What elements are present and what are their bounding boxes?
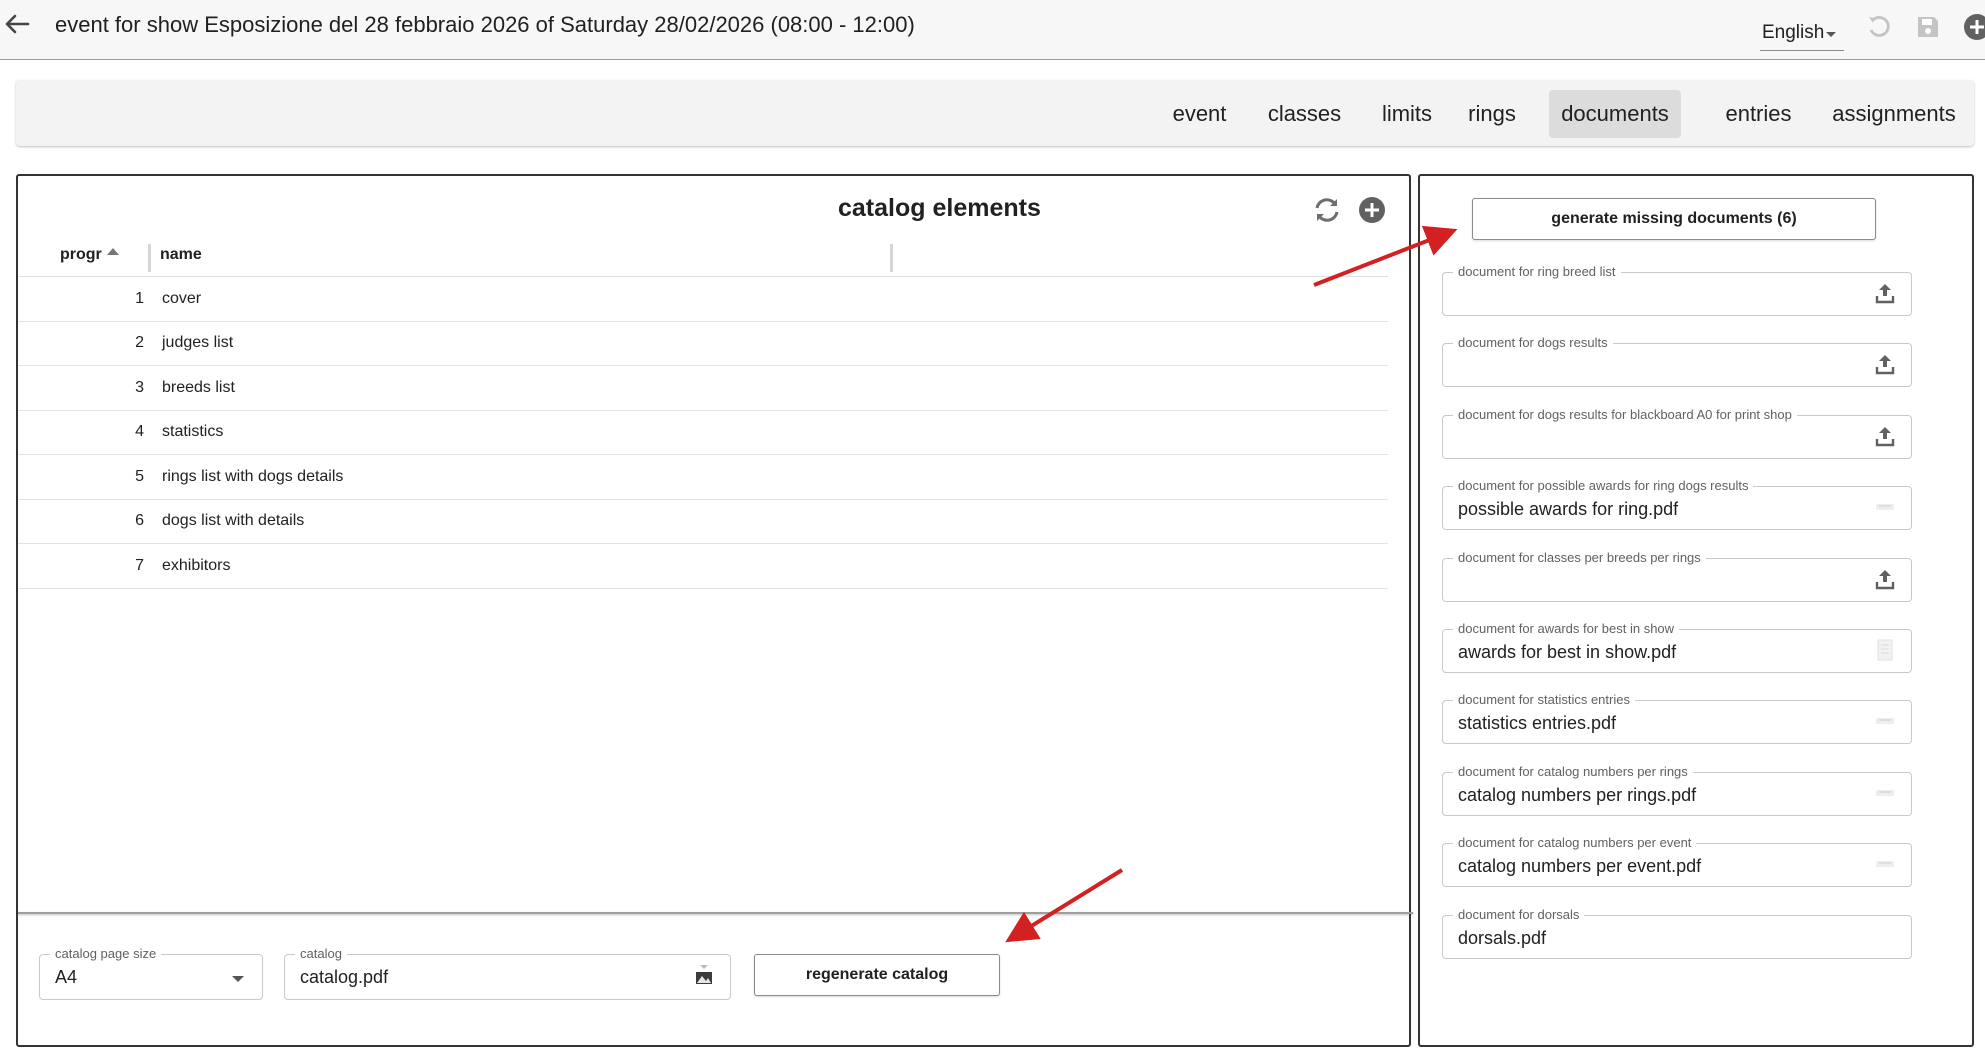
field-value: statistics entries.pdf <box>1458 713 1617 733</box>
cell-name: rings list with dogs details <box>162 468 344 485</box>
cell-name: judges list <box>162 334 234 351</box>
field-value: possible awards for ring.pdf <box>1458 499 1679 519</box>
field-label: document for dogs results <box>1453 335 1613 350</box>
sort-ascending-icon <box>106 248 119 255</box>
documents-panel: generate missing documents (6) document … <box>1418 174 1974 1047</box>
file-thumbnail-icon[interactable] <box>1873 781 1897 805</box>
column-header-name[interactable]: name <box>160 246 202 264</box>
cell-progr: 1 <box>135 290 144 307</box>
tab-assignments[interactable]: assignments <box>1819 90 1969 138</box>
cell-name: exhibitors <box>162 557 231 574</box>
field-label: document for dorsals <box>1453 907 1585 922</box>
chevron-down-icon <box>232 976 244 982</box>
catalog-elements-title: catalog elements <box>838 194 1041 222</box>
grid-header: progr name <box>18 236 1388 277</box>
field-label: document for possible awards for ring do… <box>1453 478 1754 493</box>
tab-documents[interactable]: documents <box>1549 90 1681 138</box>
upload-icon[interactable] <box>1873 281 1897 305</box>
cell-name: statistics <box>162 423 224 440</box>
column-header-progr[interactable]: progr <box>60 246 119 264</box>
file-thumbnail-icon[interactable] <box>1873 852 1897 876</box>
page-title: event for show Esposizione del 28 febbra… <box>55 12 915 37</box>
table-row[interactable]: 3 breeds list <box>18 366 1388 411</box>
field-value: dorsals.pdf <box>1458 928 1547 948</box>
footer-divider <box>18 912 1413 914</box>
field-value: catalog.pdf <box>300 967 389 987</box>
chevron-down-icon <box>1826 32 1836 37</box>
top-bar: event for show Esposizione del 28 febbra… <box>0 0 1985 60</box>
cell-progr: 4 <box>135 423 144 440</box>
field-label: document for awards for best in show <box>1453 621 1680 636</box>
file-thumbnail-icon[interactable] <box>1873 638 1897 662</box>
field-label: document for classes per breeds per ring… <box>1453 550 1706 565</box>
cell-name: cover <box>162 290 202 307</box>
cell-progr: 6 <box>135 512 144 529</box>
field-label: document for catalog numbers per event <box>1453 835 1697 850</box>
file-preview-icon[interactable] <box>692 963 716 987</box>
undo-icon[interactable] <box>1864 12 1894 42</box>
tab-limits[interactable]: limits <box>1362 90 1452 138</box>
save-icon[interactable] <box>1913 12 1943 42</box>
field-value: catalog numbers per rings.pdf <box>1458 785 1697 805</box>
field-value: catalog numbers per event.pdf <box>1458 856 1702 876</box>
table-row[interactable]: 2 judges list <box>18 321 1388 366</box>
document-field-dorsals[interactable]: document for dorsals dorsals.pdf <box>1442 907 1912 959</box>
generate-missing-documents-button[interactable]: generate missing documents (6) <box>1472 198 1876 240</box>
field-value: A4 <box>55 967 78 987</box>
field-label: document for catalog numbers per rings <box>1453 764 1693 779</box>
column-divider[interactable] <box>148 244 151 272</box>
catalog-elements-panel: catalog elements progr name 1 cover 2 judg… <box>16 174 1413 1047</box>
file-thumbnail-icon[interactable] <box>1873 709 1897 733</box>
document-field-best-in-show[interactable]: document for awards for best in show awa… <box>1442 621 1912 673</box>
cell-progr: 3 <box>135 379 144 396</box>
cell-progr: 7 <box>135 557 144 574</box>
document-field-classes-per-breeds[interactable]: document for classes per breeds per ring… <box>1442 550 1912 602</box>
field-label: document for dogs results for blackboard… <box>1453 407 1797 422</box>
column-divider[interactable] <box>890 244 893 272</box>
table-row[interactable]: 7 exhibitors <box>18 544 1388 589</box>
field-label: catalog <box>295 946 347 961</box>
add-element-icon[interactable] <box>1356 194 1388 226</box>
add-icon[interactable] <box>1962 12 1985 42</box>
table-row[interactable]: 6 dogs list with details <box>18 499 1388 544</box>
cell-progr: 2 <box>135 334 144 351</box>
tab-event[interactable]: event <box>1147 90 1252 138</box>
tab-bar: event classes limits rings documents ent… <box>16 80 1974 146</box>
document-field-blackboard-a0[interactable]: document for dogs results for blackboard… <box>1442 407 1912 459</box>
field-label: catalog page size <box>50 946 162 961</box>
cell-progr: 5 <box>135 468 144 485</box>
cell-name: breeds list <box>162 379 235 396</box>
table-row[interactable]: 5 rings list with dogs details <box>18 455 1388 500</box>
upload-icon[interactable] <box>1873 352 1897 376</box>
document-field-dogs-results[interactable]: document for dogs results <box>1442 335 1912 387</box>
field-label: document for statistics entries <box>1453 692 1635 707</box>
document-field-ring-breed-list[interactable]: document for ring breed list <box>1442 264 1912 316</box>
upload-icon[interactable] <box>1873 424 1897 448</box>
tab-rings[interactable]: rings <box>1452 90 1532 138</box>
document-field-statistics-entries[interactable]: document for statistics entries statisti… <box>1442 692 1912 744</box>
back-arrow-icon[interactable] <box>2 8 32 40</box>
file-thumbnail-icon[interactable] <box>1873 495 1897 519</box>
upload-icon[interactable] <box>1873 567 1897 591</box>
table-row[interactable]: 1 cover <box>18 277 1388 322</box>
column-progr-label: progr <box>60 246 102 263</box>
regenerate-catalog-button[interactable]: regenerate catalog <box>754 954 1000 996</box>
catalog-file-field[interactable]: catalog catalog.pdf <box>284 946 731 1000</box>
field-value: awards for best in show.pdf <box>1458 642 1677 662</box>
refresh-icon[interactable] <box>1311 194 1343 226</box>
field-label: document for ring breed list <box>1453 264 1621 279</box>
tab-entries[interactable]: entries <box>1706 90 1811 138</box>
document-field-catalog-numbers-event[interactable]: document for catalog numbers per event c… <box>1442 835 1912 887</box>
catalog-page-size-select[interactable]: catalog page size A4 <box>39 946 263 1000</box>
language-value: English <box>1762 22 1825 43</box>
language-select[interactable]: English <box>1760 20 1844 51</box>
table-row[interactable]: 4 statistics <box>18 410 1388 455</box>
document-field-catalog-numbers-rings[interactable]: document for catalog numbers per rings c… <box>1442 764 1912 816</box>
cell-name: dogs list with details <box>162 512 305 529</box>
document-field-possible-awards[interactable]: document for possible awards for ring do… <box>1442 478 1912 530</box>
tab-classes[interactable]: classes <box>1247 90 1362 138</box>
